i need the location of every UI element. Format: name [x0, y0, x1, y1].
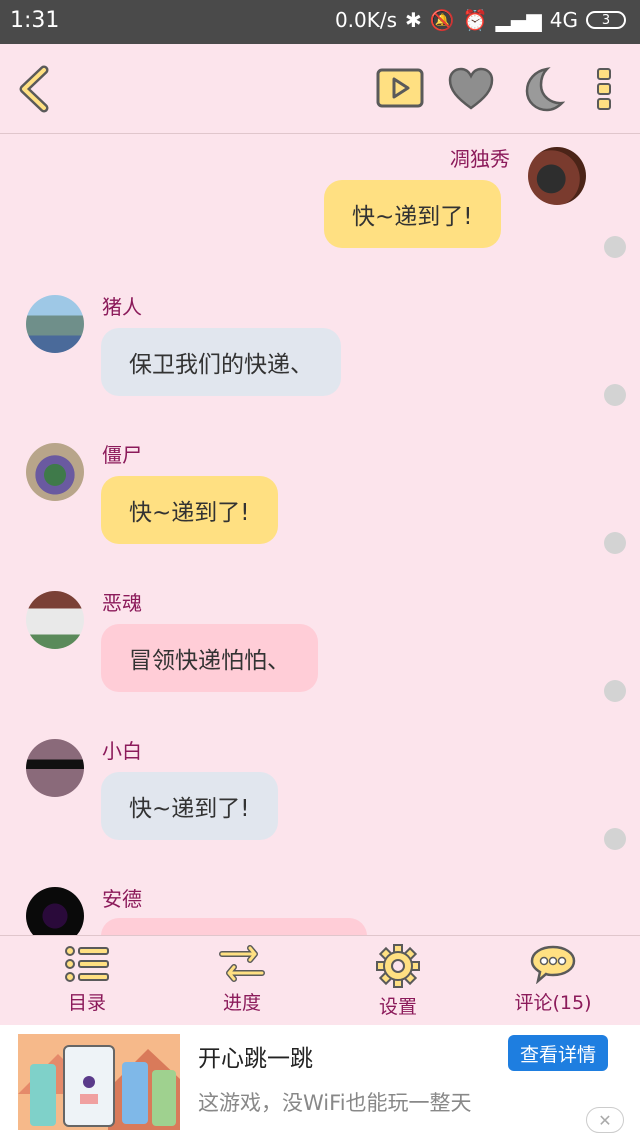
battery-icon: 3: [586, 11, 626, 29]
avatar[interactable]: [26, 443, 84, 501]
gear-icon: [376, 944, 420, 988]
sender-name: 恶魂: [102, 591, 142, 615]
message-bubble[interactable]: 保卫我们的快递、: [101, 328, 341, 396]
ad-title[interactable]: 开心跳一跳: [198, 1039, 313, 1073]
tab-label: 设置: [378, 996, 417, 1018]
status-indicators: 0.0K/s ✱ 🔕 ⏰ ▂▄▆ 4G 3: [335, 8, 626, 32]
ad-description: 这游戏，没WiFi也能玩一整天: [198, 1091, 472, 1115]
tab-label: 目录: [67, 992, 106, 1014]
avatar[interactable]: [26, 739, 84, 797]
top-toolbar: [0, 44, 640, 134]
bluetooth-icon: ✱: [405, 8, 422, 32]
message-bubble[interactable]: 快~递到了!: [101, 772, 278, 840]
unread-dot: [604, 680, 626, 702]
status-time: 1:31: [10, 8, 60, 33]
list-icon: [65, 946, 109, 982]
moon-icon[interactable]: [519, 66, 566, 112]
tab-label: 进度: [222, 992, 261, 1014]
mute-bell-icon: 🔕: [429, 8, 455, 32]
avatar[interactable]: [26, 591, 84, 649]
message-bubble[interactable]: 冒领快递怕怕、: [101, 624, 318, 692]
network-type: 4G: [549, 8, 578, 32]
swap-arrows-icon: [219, 945, 265, 982]
tab-comments[interactable]: 评论(15): [493, 936, 613, 1026]
signal-icon: ▂▄▆: [495, 8, 542, 32]
avatar[interactable]: [26, 887, 84, 935]
unread-dot: [604, 384, 626, 406]
tab-progress[interactable]: 进度: [182, 936, 302, 1026]
comment-bubble-icon: [530, 945, 576, 984]
chat-list[interactable]: 凋独秀 快~递到了! 猪人 保卫我们的快递、 僵尸 快~递到了! 恶魂 冒领快递…: [0, 135, 640, 935]
sender-name: 僵尸: [102, 443, 142, 467]
message-bubble[interactable]: 快~递到了!: [324, 180, 501, 248]
bottom-tab-bar: 目录 进度 设置 评论(15): [0, 935, 640, 1025]
close-icon[interactable]: ✕: [586, 1107, 624, 1133]
unread-dot: [604, 828, 626, 850]
tab-label: 评论(15): [514, 992, 592, 1014]
sender-name: 安德: [102, 887, 142, 911]
status-bar: 1:31 0.0K/s ✱ 🔕 ⏰ ▂▄▆ 4G 3: [0, 0, 640, 44]
unread-dot: [604, 532, 626, 554]
more-vertical-icon[interactable]: [594, 66, 614, 112]
ad-banner[interactable]: 开心跳一跳 这游戏，没WiFi也能玩一整天 查看详情 ✕: [0, 1025, 640, 1138]
chevron-left-icon[interactable]: [14, 64, 54, 114]
tab-catalog[interactable]: 目录: [27, 936, 147, 1026]
sender-name: 凋独秀: [450, 147, 510, 171]
message-bubble[interactable]: [101, 918, 367, 935]
unread-dot: [604, 236, 626, 258]
sender-name: 猪人: [102, 295, 142, 319]
avatar[interactable]: [26, 295, 84, 353]
sender-name: 小白: [102, 739, 142, 763]
network-speed: 0.0K/s: [334, 8, 398, 32]
avatar[interactable]: [528, 147, 586, 205]
tab-settings[interactable]: 设置: [338, 936, 458, 1026]
heart-icon[interactable]: [447, 66, 495, 112]
alarm-icon: ⏰: [462, 8, 488, 32]
play-icon[interactable]: [376, 68, 424, 108]
message-bubble[interactable]: 快~递到了!: [101, 476, 278, 544]
ad-details-button[interactable]: 查看详情: [508, 1035, 608, 1071]
ad-image[interactable]: [18, 1034, 180, 1130]
